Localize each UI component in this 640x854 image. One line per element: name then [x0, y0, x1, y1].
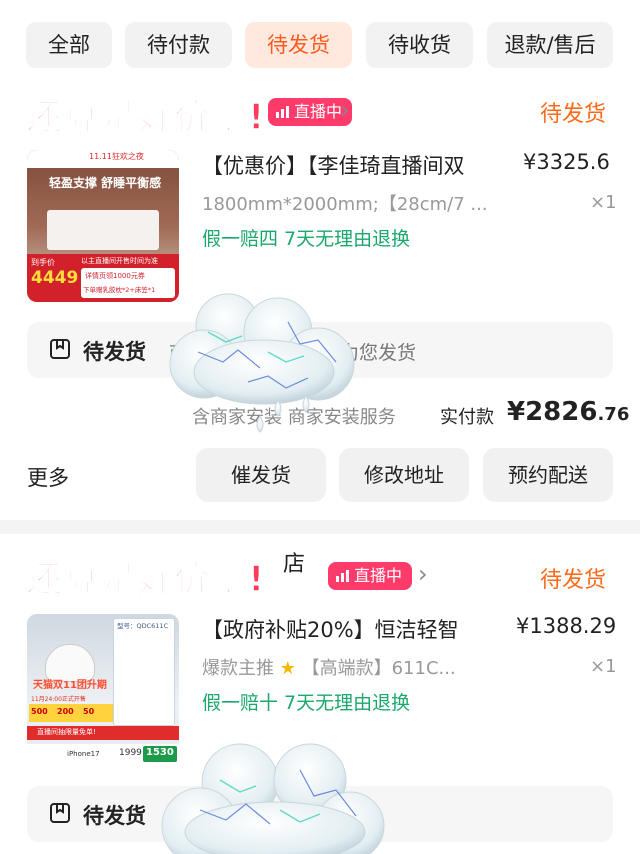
- modify-address-button[interactable]: 修改地址: [339, 448, 469, 502]
- package-box-icon: [49, 802, 71, 828]
- live-badge[interactable]: 直播中: [328, 562, 413, 590]
- thumb-headline: 轻盈支撑 舒睡平衡感: [49, 176, 162, 190]
- thumb-banner-text: 11.11狂欢之夜: [89, 152, 144, 161]
- live-bars-icon: [276, 99, 290, 118]
- more-actions-link[interactable]: 更多: [27, 462, 69, 492]
- live-badge-label: 直播中: [354, 566, 403, 585]
- shipping-status-label: 待发货: [83, 804, 146, 828]
- cloud-sticker-icon: [160, 740, 386, 854]
- chevron-right-icon[interactable]: ›: [340, 96, 350, 124]
- thumb-promo-1: 以主直播间开售时间为准: [81, 257, 158, 265]
- product-price: ¥3325.6: [523, 150, 610, 174]
- thumb-banner: 天猫双11团升期: [33, 680, 107, 691]
- thumb-coupon: 200: [57, 707, 74, 716]
- thumb-live-tip: 直播间抽限量免单!: [37, 728, 96, 736]
- order-status: 待发货: [540, 568, 607, 593]
- paid-amount-integer: ¥2826: [507, 397, 598, 427]
- product-price: ¥1388.29: [516, 614, 617, 638]
- product-qty: ×1: [590, 192, 617, 213]
- product-thumbnail[interactable]: 11.11狂欢之夜 轻盈支撑 舒睡平衡感 到手价 4449 以主直播间开售时间为…: [27, 150, 179, 302]
- order-status: 待发货: [540, 102, 607, 127]
- mattress-shape: [47, 210, 159, 250]
- tab-pending-shipment[interactable]: 待发货: [245, 22, 352, 68]
- order-tabs: 全部 待付款 待发货 待收货 退款/售后: [0, 0, 640, 88]
- urge-shipment-button[interactable]: 催发货: [196, 448, 326, 502]
- tab-refund-aftersale[interactable]: 退款/售后: [487, 22, 613, 68]
- live-bars-icon: [336, 563, 350, 582]
- overlay-caption: 还算是好价吧!: [25, 96, 266, 139]
- thumb-promo-time: 11月24:00正式开售: [31, 696, 86, 703]
- product-spec: 爆款主推 ★ 【高端款】611C...: [202, 654, 456, 680]
- tab-all[interactable]: 全部: [26, 22, 112, 68]
- chevron-right-icon[interactable]: ›: [418, 560, 428, 588]
- live-badge-label: 直播中: [294, 102, 343, 121]
- store-name[interactable]: 店: [283, 546, 305, 578]
- tab-pending-payment[interactable]: 待付款: [125, 22, 232, 68]
- thumb-promo-2: 详情页领1000元券: [85, 272, 145, 280]
- thumb-coupon: 50: [83, 707, 95, 716]
- service-promise: 假一赔四 7天无理由退换: [202, 228, 411, 250]
- service-promise: 假一赔十 7天无理由退换: [202, 692, 411, 714]
- product-spec: 1800mm*2000mm;【28cm/7 ...: [202, 194, 488, 215]
- spec-tag-hot: 爆款主推: [202, 658, 274, 679]
- thumb-spec-panel: [113, 618, 175, 726]
- paid-amount-decimal: .76: [597, 404, 630, 425]
- thumb-promo-3: 下单赠乳胶枕*2+床笠*1: [83, 286, 156, 294]
- star-icon: ★: [279, 658, 296, 679]
- package-box-icon: [49, 338, 71, 364]
- cloud-sticker-icon: [168, 292, 364, 456]
- product-title[interactable]: 【政府补贴20%】恒洁轻智: [202, 614, 459, 644]
- product-qty: ×1: [590, 656, 617, 677]
- thumb-price-value: 4449: [31, 268, 79, 288]
- overlay-caption: 还算是好价吧!: [25, 558, 266, 601]
- shipping-status-label: 待发货: [83, 340, 146, 364]
- schedule-delivery-button[interactable]: 预约配送: [483, 448, 613, 502]
- thumb-coupon: 500: [31, 707, 48, 716]
- tab-pending-receipt[interactable]: 待收货: [366, 22, 473, 68]
- paid-amount: ¥2826.76: [507, 397, 629, 427]
- thumb-phone: iPhone17: [67, 750, 100, 758]
- spec-tag-model: 【高端款】611C...: [301, 658, 456, 679]
- product-title[interactable]: 【优惠价】【李佳琦直播间双: [202, 150, 465, 180]
- product-thumbnail[interactable]: 型号：QDC611C 天猫双11团升期 11月24:00正式开售 500 200…: [27, 614, 179, 766]
- thumb-model: 型号：QDC611C: [117, 622, 169, 630]
- thumb-price: 1999: [119, 748, 142, 758]
- paid-amount-label: 实付款: [440, 407, 494, 428]
- thumb-price-label: 到手价: [31, 258, 55, 267]
